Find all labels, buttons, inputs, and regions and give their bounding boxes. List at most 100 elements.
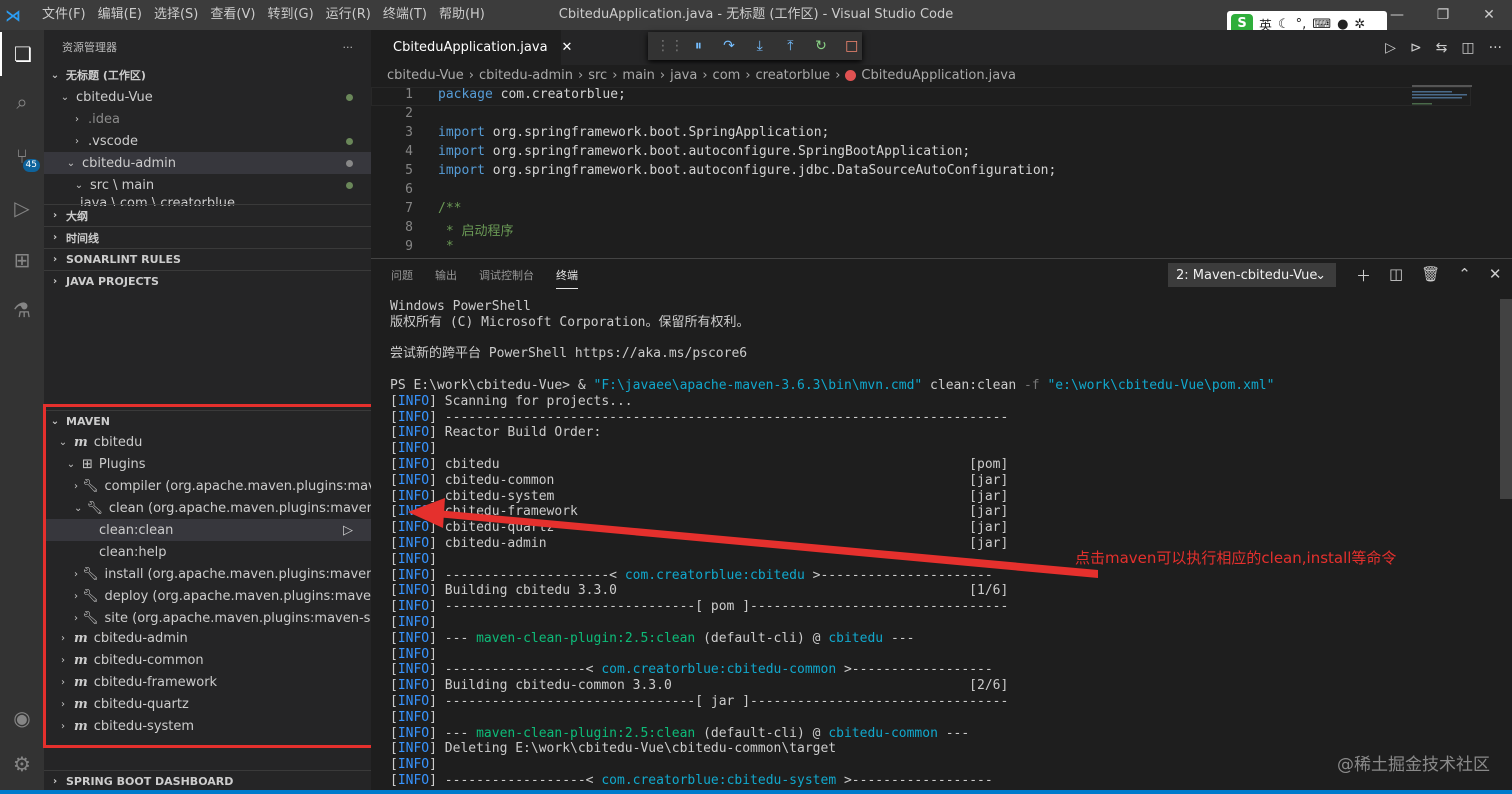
step-over-icon[interactable]: ↷ [719,38,740,54]
terminal-line: 版权所有 (C) Microsoft Corporation。保留所有权利。 [390,314,750,330]
maven-goal-clean-clean[interactable]: clean:clean ▷ [44,519,371,541]
maven-icon: m [74,652,88,668]
section-outline[interactable]: › 大纲 [44,204,371,226]
tab-cbitedu-application[interactable]: CbiteduApplication.java ✕ [371,30,572,65]
more-actions-icon[interactable]: ··· [343,41,354,54]
maven-module-admin[interactable]: › m cbitedu-admin [44,627,371,649]
crumb-src[interactable]: src [588,68,607,83]
compare-changes-icon[interactable]: ⇆ [1436,40,1448,56]
crumb-file[interactable]: CbiteduApplication.java [861,68,1016,83]
close-tab-icon[interactable]: ✕ [562,40,573,55]
tree-item-cbitedu-vue[interactable]: ⌄ cbitedu-Vue [44,86,371,108]
crumb-module[interactable]: cbitedu-admin [479,68,573,83]
step-out-icon[interactable]: ⤒ [780,38,801,54]
tree-item-vscode[interactable]: › .vscode [44,130,371,152]
crumb-project[interactable]: cbitedu-Vue [387,68,464,83]
maven-plugin-clean[interactable]: ⌄ 🔧︎ clean (org.apache.maven.plugins:maven… [44,497,371,519]
menu-go[interactable]: 转到(G) [261,0,319,30]
split-editor-icon[interactable]: ◫ [1461,40,1474,56]
run-goal-play-icon[interactable]: ▷ [343,523,353,538]
run-debug-icon[interactable]: ▷ [0,186,44,230]
editor-tabs: CbiteduApplication.java ✕ [371,30,1512,65]
menu-file[interactable]: 文件(F) [36,0,92,30]
terminal-line: [INFO] [390,441,437,457]
maven-plugin-install[interactable]: › 🔧︎ install (org.apache.maven.plugins:mav… [44,563,371,585]
maven-plugin-site[interactable]: › 🔧︎ site (org.apache.maven.plugins:maven-… [44,607,371,629]
terminal-scrollbar[interactable] [1500,299,1512,499]
stop-icon[interactable]: □ [841,38,862,54]
close-panel-icon[interactable]: ✕ [1489,265,1502,286]
chevron-right-icon: › [61,654,65,666]
crumb-main[interactable]: main [622,68,654,83]
chevron-right-icon: › [52,254,58,265]
explorer-header: 资源管理器 ··· [44,30,371,64]
testing-flask-icon[interactable]: ⚗ [0,288,44,332]
modified-dot [346,138,353,145]
crumb-creatorblue[interactable]: creatorblue [756,68,831,83]
tab-output[interactable]: 输出 [435,267,457,289]
menu-selection[interactable]: 选择(S) [148,0,204,30]
maximize-panel-icon[interactable]: ⌃ [1458,265,1471,286]
settings-gear-icon[interactable]: ⚙ [0,742,44,786]
crumb-com[interactable]: com [713,68,741,83]
maven-module-system[interactable]: › m cbitedu-system [44,715,371,737]
tab-debug-console[interactable]: 调试控制台 [479,267,534,289]
section-spring-boot-dashboard[interactable]: › SPRING BOOT DASHBOARD [44,770,371,792]
section-maven[interactable]: ⌄ MAVEN [44,410,371,432]
explorer-icon[interactable]: ❏ [0,32,44,76]
tree-item-idea[interactable]: › .idea [44,108,371,130]
modified-dot [346,160,353,167]
search-icon[interactable]: ⌕ [0,80,44,124]
explorer-title: 资源管理器 [62,41,117,54]
terminal-output[interactable]: Windows PowerShell 版权所有 (C) Microsoft Co… [390,299,1490,789]
workspace-root[interactable]: ⌄ 无标题 (工作区) [44,64,371,86]
debug-run-icon[interactable]: ⊳ [1410,40,1422,56]
tree-item-cbitedu-admin[interactable]: ⌄ cbitedu-admin [44,152,371,174]
new-terminal-icon[interactable]: ＋ [1356,265,1371,286]
account-icon[interactable]: ◉ [0,696,44,740]
maven-plugin-deploy[interactable]: › 🔧︎ deploy (org.apache.maven.plugins:mave… [44,585,371,607]
terminal-line: [INFO] cbitedu-system [jar] [390,488,1009,504]
close-icon[interactable]: ✕ [1466,0,1512,30]
split-terminal-icon[interactable]: ◫ [1389,265,1403,286]
trash-icon[interactable]: 🗑︎ [1421,265,1440,286]
maven-module-common[interactable]: › m cbitedu-common [44,649,371,671]
menu-run[interactable]: 运行(R) [320,0,377,30]
code-line-5: import org.springframework.boot.autoconf… [438,163,1057,178]
tree-item-src-main[interactable]: ⌄ src \ main [44,174,371,196]
section-sonarlint[interactable]: › SONARLINT RULES [44,248,371,270]
terminal-select[interactable]: 2: Maven-cbitedu-Vue ⌄ [1168,263,1336,287]
menu-help[interactable]: 帮助(H) [433,0,491,30]
tab-terminal[interactable]: 终端 [556,267,578,289]
terminal-line: [INFO] ------------------< com.creatorbl… [390,772,993,788]
menu-terminal[interactable]: 终端(T) [377,0,433,30]
run-icon[interactable]: ▷ [1385,40,1396,56]
restore-icon[interactable]: ❐ [1420,0,1466,30]
extensions-icon[interactable]: ⊞ [0,238,44,282]
section-java-projects[interactable]: › JAVA PROJECTS [44,270,371,292]
maven-module-framework[interactable]: › m cbitedu-framework [44,671,371,693]
status-bar [0,790,1512,794]
line-number: 2 [405,106,413,121]
maven-goal-clean-help[interactable]: clean:help [44,541,371,563]
restart-icon[interactable]: ↻ [811,38,832,54]
line-number: 9 [405,239,413,254]
menu-view[interactable]: 查看(V) [204,0,261,30]
step-into-icon[interactable]: ⤓ [749,38,770,54]
maven-module-quartz[interactable]: › m cbitedu-quartz [44,693,371,715]
minimap[interactable] [1412,85,1472,115]
code-editor[interactable]: 1 2 3 4 5 6 7 8 9 package com.creatorblu… [371,85,1512,255]
pause-icon[interactable]: ⏸ [688,38,709,54]
source-control-icon[interactable]: ⑂ 45 [0,134,44,178]
maven-plugin-compiler[interactable]: › 🔧︎ compiler (org.apache.maven.plugins:ma… [44,475,371,497]
maven-root-cbitedu[interactable]: ⌄ m cbitedu [44,431,371,453]
minimize-icon[interactable]: — [1374,0,1420,30]
more-actions-icon[interactable]: ··· [1489,40,1502,56]
chevron-right-icon: › [75,135,79,147]
drag-handle-icon[interactable]: ⋮⋮ [656,38,684,54]
crumb-java[interactable]: java [670,68,697,83]
section-timeline[interactable]: › 时间线 [44,226,371,248]
maven-plugins[interactable]: ⌄ ⊞ Plugins [44,453,371,475]
tab-problems[interactable]: 问题 [391,267,413,289]
menu-edit[interactable]: 编辑(E) [92,0,148,30]
